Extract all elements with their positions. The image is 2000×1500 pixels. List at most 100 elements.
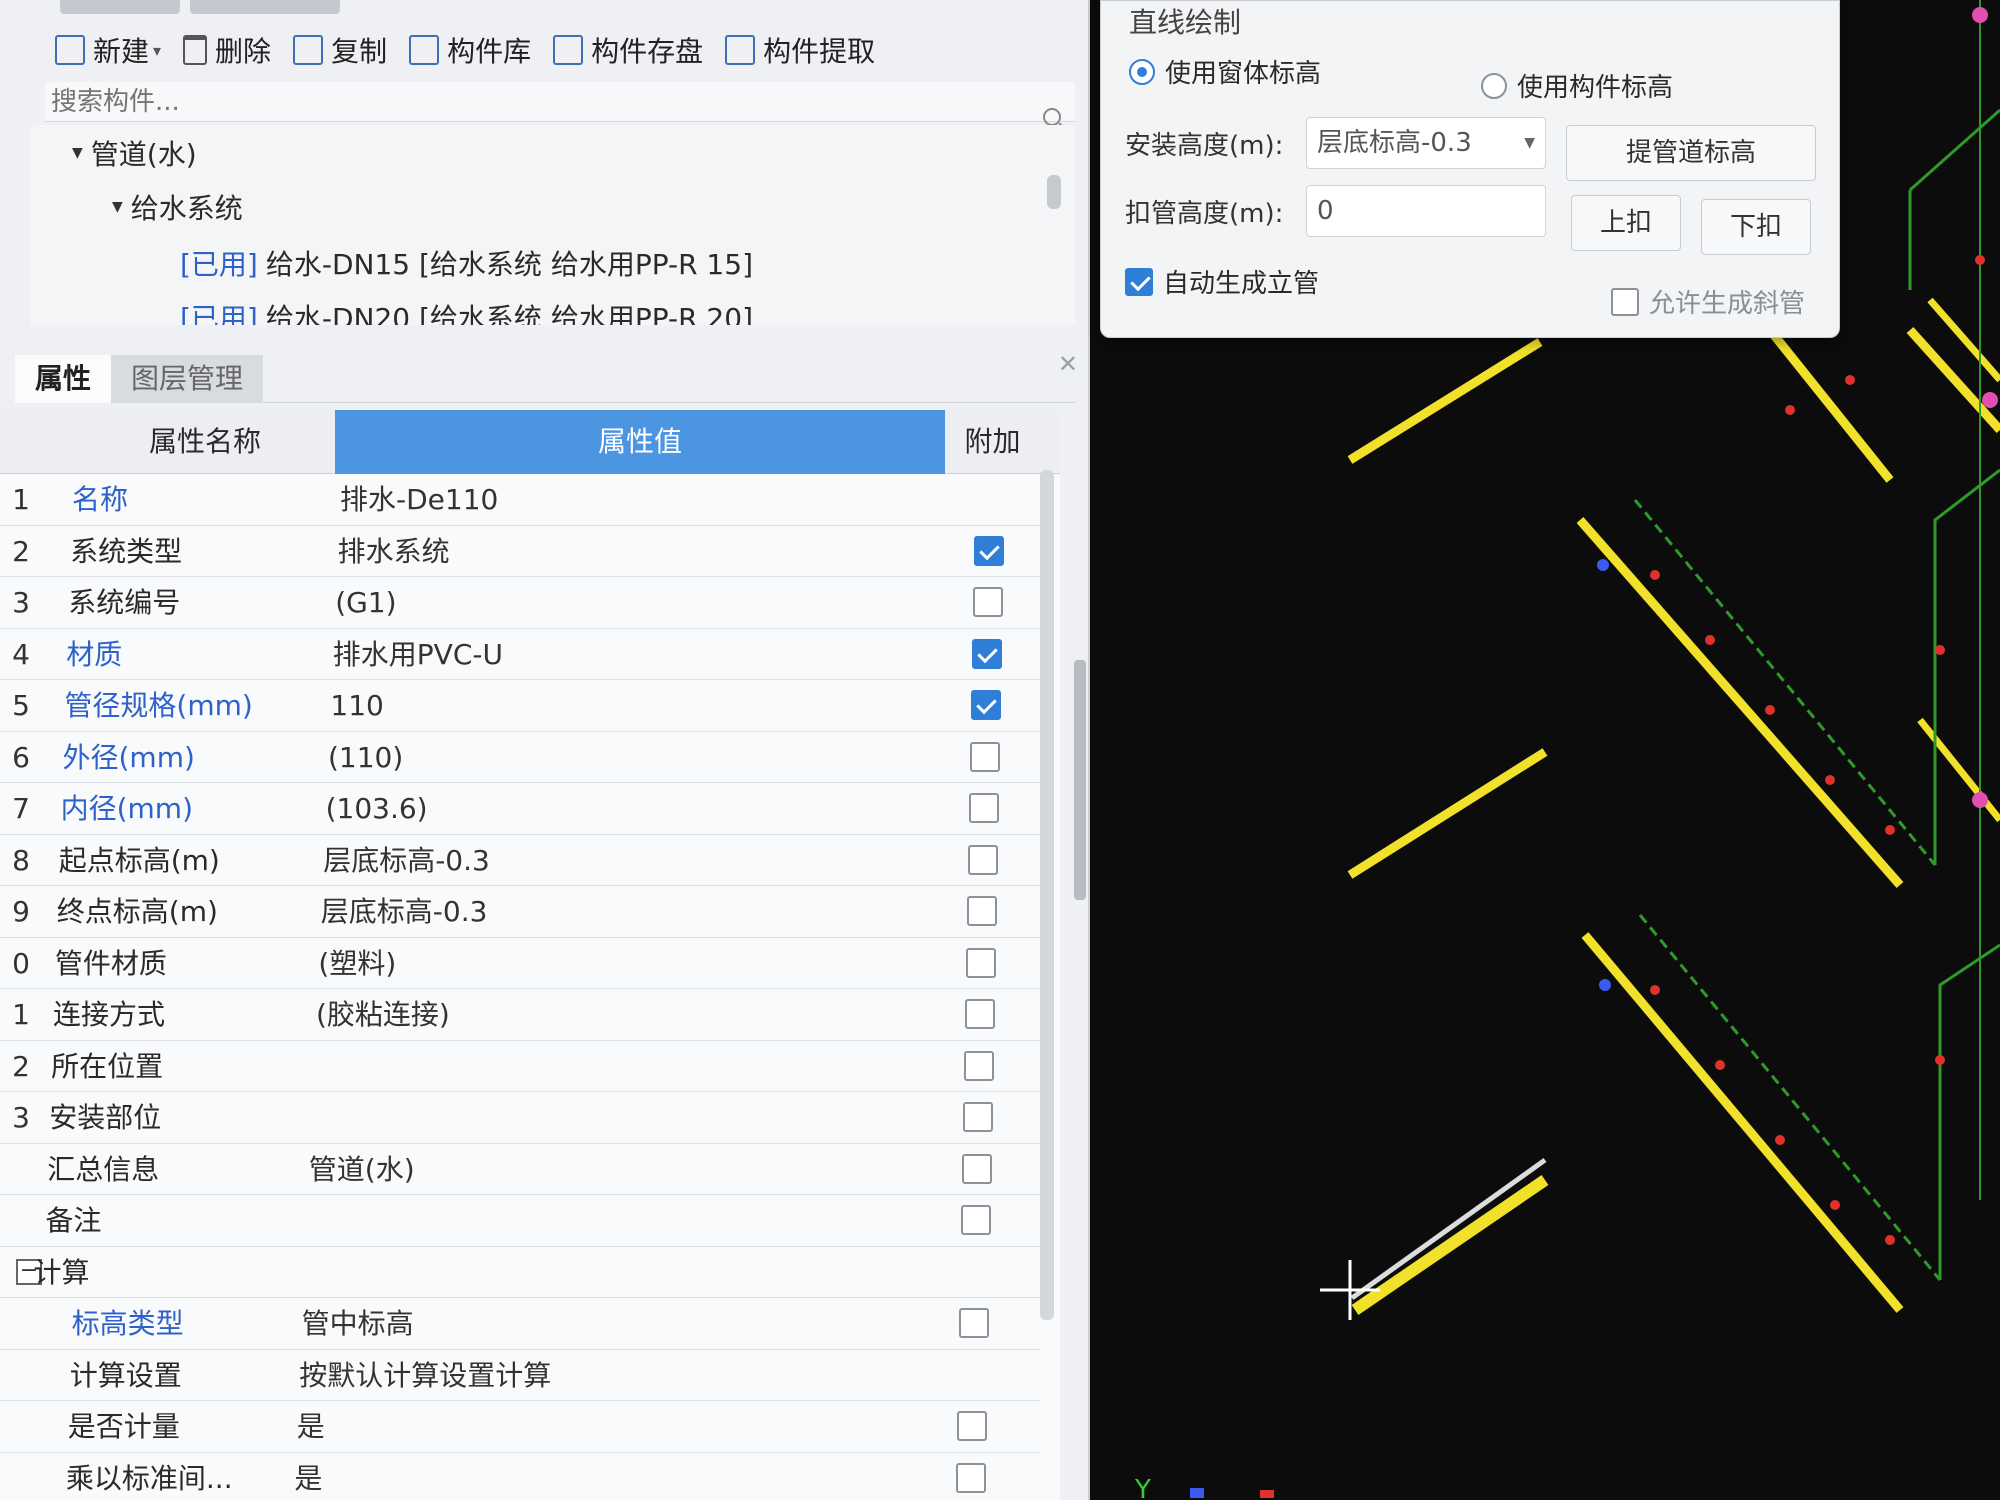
pipe-segment[interactable] — [1917, 717, 2000, 823]
table-row[interactable]: 3 安装部位 — [0, 1092, 1040, 1144]
table-row[interactable]: 7 内径(mm) (103.6) — [0, 783, 1040, 835]
table-row[interactable]: 乘以标准间... 是 — [0, 1453, 1040, 1500]
close-icon[interactable]: ✕ — [1058, 350, 1078, 378]
tree-node-root[interactable]: ▼ 管道(水) — [72, 133, 197, 173]
pipe-segment-selected[interactable] — [1351, 1175, 1549, 1315]
new-button[interactable]: 新建 ▾ — [55, 30, 161, 70]
radio-use-component-elevation[interactable]: 使用构件标高 — [1481, 67, 1673, 104]
property-value[interactable]: 是 — [294, 1453, 322, 1500]
table-row[interactable]: − 计算 — [0, 1247, 1040, 1298]
pipe-segment[interactable] — [1347, 748, 1548, 879]
checkbox-unchecked-icon[interactable] — [964, 1050, 994, 1081]
property-value[interactable]: (胶粘连接) — [316, 989, 450, 1041]
bend-height-input[interactable]: 0 — [1306, 185, 1546, 237]
thin-pipe[interactable] — [1633, 499, 1937, 866]
table-row[interactable]: 5 管径规格(mm) 110 — [0, 680, 1040, 732]
tree-scrollbar[interactable] — [1047, 175, 1061, 209]
checkbox-unchecked-icon[interactable] — [966, 947, 996, 978]
pipe-segment[interactable] — [1766, 327, 1894, 483]
property-value[interactable]: (103.6) — [326, 783, 428, 835]
property-value[interactable]: 层底标高-0.3 — [323, 835, 490, 887]
checkbox-checked-icon[interactable] — [1125, 267, 1153, 296]
table-row[interactable]: 8 起点标高(m) 层底标高-0.3 — [0, 835, 1040, 887]
header-extra[interactable]: 附加 — [945, 410, 1040, 474]
checkbox-unchecked-icon[interactable] — [973, 587, 1003, 617]
table-row[interactable]: 备注 — [0, 1195, 1040, 1247]
checkbox-unchecked-icon[interactable] — [970, 741, 1000, 772]
table-row[interactable]: 1 连接方式 (胶粘连接) — [0, 989, 1040, 1041]
checkbox-checked-icon[interactable] — [974, 535, 1004, 566]
table-row[interactable]: 6 外径(mm) (110) — [0, 732, 1040, 784]
checkbox-unchecked-icon[interactable] — [965, 999, 995, 1029]
table-row[interactable]: 3 系统编号 (G1) — [0, 577, 1040, 629]
checkbox-unchecked-icon[interactable] — [967, 896, 997, 926]
caret-down-icon[interactable]: ▼ — [112, 199, 123, 215]
search-input[interactable] — [51, 86, 1011, 118]
table-row[interactable]: 计算设置 按默认计算设置计算 — [0, 1350, 1040, 1402]
table-row[interactable]: 9 终点标高(m) 层底标高-0.3 — [0, 886, 1040, 938]
pipe-segment[interactable] — [1581, 932, 1904, 1313]
top-tab-2[interactable] — [190, 0, 340, 14]
caret-down-icon[interactable]: ▼ — [72, 145, 83, 161]
property-value[interactable]: 排水-De110 — [340, 474, 498, 526]
delete-button[interactable]: 删除 — [183, 30, 271, 70]
checkbox-unchecked-icon[interactable] — [962, 1153, 992, 1184]
pipe-segment[interactable] — [1906, 326, 2000, 434]
tree-node-group[interactable]: ▼ 给水系统 — [112, 187, 243, 227]
property-value[interactable]: 排水系统 — [338, 526, 450, 578]
tab-properties[interactable]: 属性 — [15, 355, 112, 403]
grid-scrollbar[interactable] — [1040, 470, 1054, 1320]
chevron-down-icon[interactable]: ▾ — [153, 41, 161, 60]
panel-splitter[interactable] — [1074, 660, 1086, 900]
auto-riser-checkbox[interactable]: 自动生成立管 — [1125, 263, 1319, 300]
property-value[interactable]: (110) — [328, 732, 403, 784]
library-button[interactable]: 构件库 — [409, 30, 531, 70]
top-tab-1[interactable] — [60, 0, 180, 14]
checkbox-unchecked-icon[interactable] — [969, 793, 999, 823]
tab-layer-management[interactable]: 图层管理 — [111, 355, 264, 403]
table-row[interactable]: 4 材质 排水用PVC-U — [0, 629, 1040, 681]
property-value[interactable]: 层底标高-0.3 — [321, 886, 488, 938]
extract-component-button[interactable]: 构件提取 — [725, 30, 875, 70]
header-name[interactable]: 属性名称 — [80, 410, 330, 474]
checkbox-unchecked-icon[interactable] — [956, 1462, 986, 1493]
allow-slope-checkbox[interactable]: 允许生成斜管 — [1611, 283, 1805, 320]
checkbox-unchecked-icon[interactable] — [961, 1205, 991, 1235]
property-value[interactable]: 110 — [330, 680, 383, 732]
property-value[interactable]: 按默认计算设置计算 — [299, 1350, 551, 1402]
tree-item[interactable]: [已用] 给水-DN15 [给水系统 给水用PP-R 15] — [180, 243, 753, 283]
search-icon[interactable] — [1043, 108, 1061, 126]
checkbox-checked-icon[interactable] — [972, 638, 1002, 669]
property-value[interactable]: (G1) — [335, 577, 396, 629]
radio-selected-icon[interactable] — [1129, 58, 1155, 85]
property-value[interactable]: (塑料) — [318, 938, 396, 990]
bend-down-button[interactable]: 下扣 — [1701, 199, 1811, 255]
table-row[interactable]: 2 所在位置 — [0, 1041, 1040, 1092]
tree-item[interactable]: [已用] 给水-DN20 [给水系统 给水用PP-R 20] — [180, 297, 753, 325]
checkbox-unchecked-icon[interactable] — [968, 844, 998, 875]
checkbox-unchecked-icon[interactable] — [963, 1102, 993, 1132]
property-value[interactable]: 管道(水) — [309, 1144, 415, 1196]
install-height-select[interactable]: 层底标高-0.3 ▼ — [1306, 117, 1546, 169]
radio-use-form-elevation[interactable]: 使用窗体标高 — [1129, 53, 1321, 90]
table-row[interactable]: 0 管件材质 (塑料) — [0, 938, 1040, 990]
pipe-segment[interactable] — [1576, 517, 1904, 888]
table-row[interactable]: 是否计量 是 — [0, 1401, 1040, 1453]
copy-button[interactable]: 复制 — [293, 30, 387, 70]
pick-pipe-elevation-button[interactable]: 提管道标高 — [1566, 125, 1816, 181]
radio-unselected-icon[interactable] — [1481, 72, 1507, 99]
thin-pipe[interactable] — [1638, 914, 1942, 1281]
save-component-button[interactable]: 构件存盘 — [553, 30, 703, 70]
checkbox-checked-icon[interactable] — [971, 690, 1001, 720]
table-row[interactable]: 1 名称 排水-De110 — [0, 474, 1040, 526]
property-value[interactable]: 排水用PVC-U — [333, 629, 503, 681]
table-row[interactable]: 汇总信息 管道(水) — [0, 1144, 1040, 1196]
property-value[interactable]: 是 — [297, 1401, 325, 1453]
checkbox-unchecked-icon[interactable] — [1611, 287, 1639, 316]
property-value[interactable]: 管中标高 — [302, 1298, 414, 1350]
thin-pipe[interactable] — [1938, 943, 2000, 1280]
table-row[interactable]: 2 系统类型 排水系统 — [0, 526, 1040, 578]
chevron-down-icon[interactable]: ▼ — [1524, 118, 1535, 168]
pipe-segment[interactable] — [1347, 338, 1543, 464]
checkbox-unchecked-icon[interactable] — [957, 1411, 987, 1441]
